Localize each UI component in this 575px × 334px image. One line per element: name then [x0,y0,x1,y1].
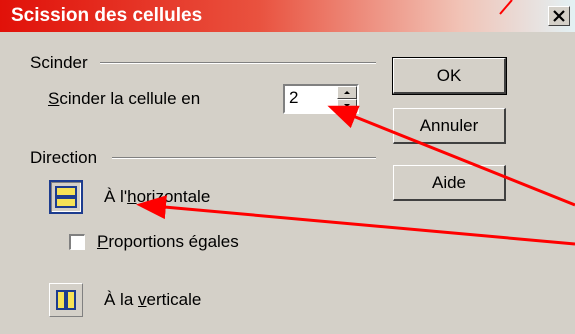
close-button[interactable] [548,6,570,26]
split-vertical-icon [56,290,76,310]
help-button[interactable]: Aide [393,165,506,201]
close-icon [553,10,565,22]
split-count-spinner[interactable]: 2 [283,84,359,114]
split-count-label: Scinder la cellule en [48,89,201,108]
horizontal-label: À l'horizontale [104,187,211,206]
split-group-separator [100,62,376,64]
split-horizontal-icon [55,186,77,208]
split-count-input[interactable]: 2 [289,88,298,108]
split-cells-dialog: Scission des cellules Scinder Scinder la… [0,0,575,334]
spinner-up-button[interactable] [337,86,357,99]
spinner-buttons [337,86,357,112]
ok-button[interactable]: OK [392,57,507,95]
vertical-split-button[interactable] [49,283,83,317]
vertical-label: À la verticale [104,290,202,309]
direction-group-label: Direction [30,148,104,168]
split-group-label: Scinder [30,53,94,73]
title-bar[interactable]: Scission des cellules [0,0,575,32]
arrow-up-icon [344,91,350,94]
dialog-title: Scission des cellules [11,5,203,26]
equal-proportions-label: Proportions égales [97,232,239,251]
spinner-down-button[interactable] [337,99,357,112]
horizontal-split-button[interactable] [49,180,83,214]
arrow-down-icon [344,104,350,107]
cancel-button[interactable]: Annuler [393,108,506,144]
direction-group-separator [112,157,376,159]
equal-proportions-checkbox[interactable] [69,234,85,250]
